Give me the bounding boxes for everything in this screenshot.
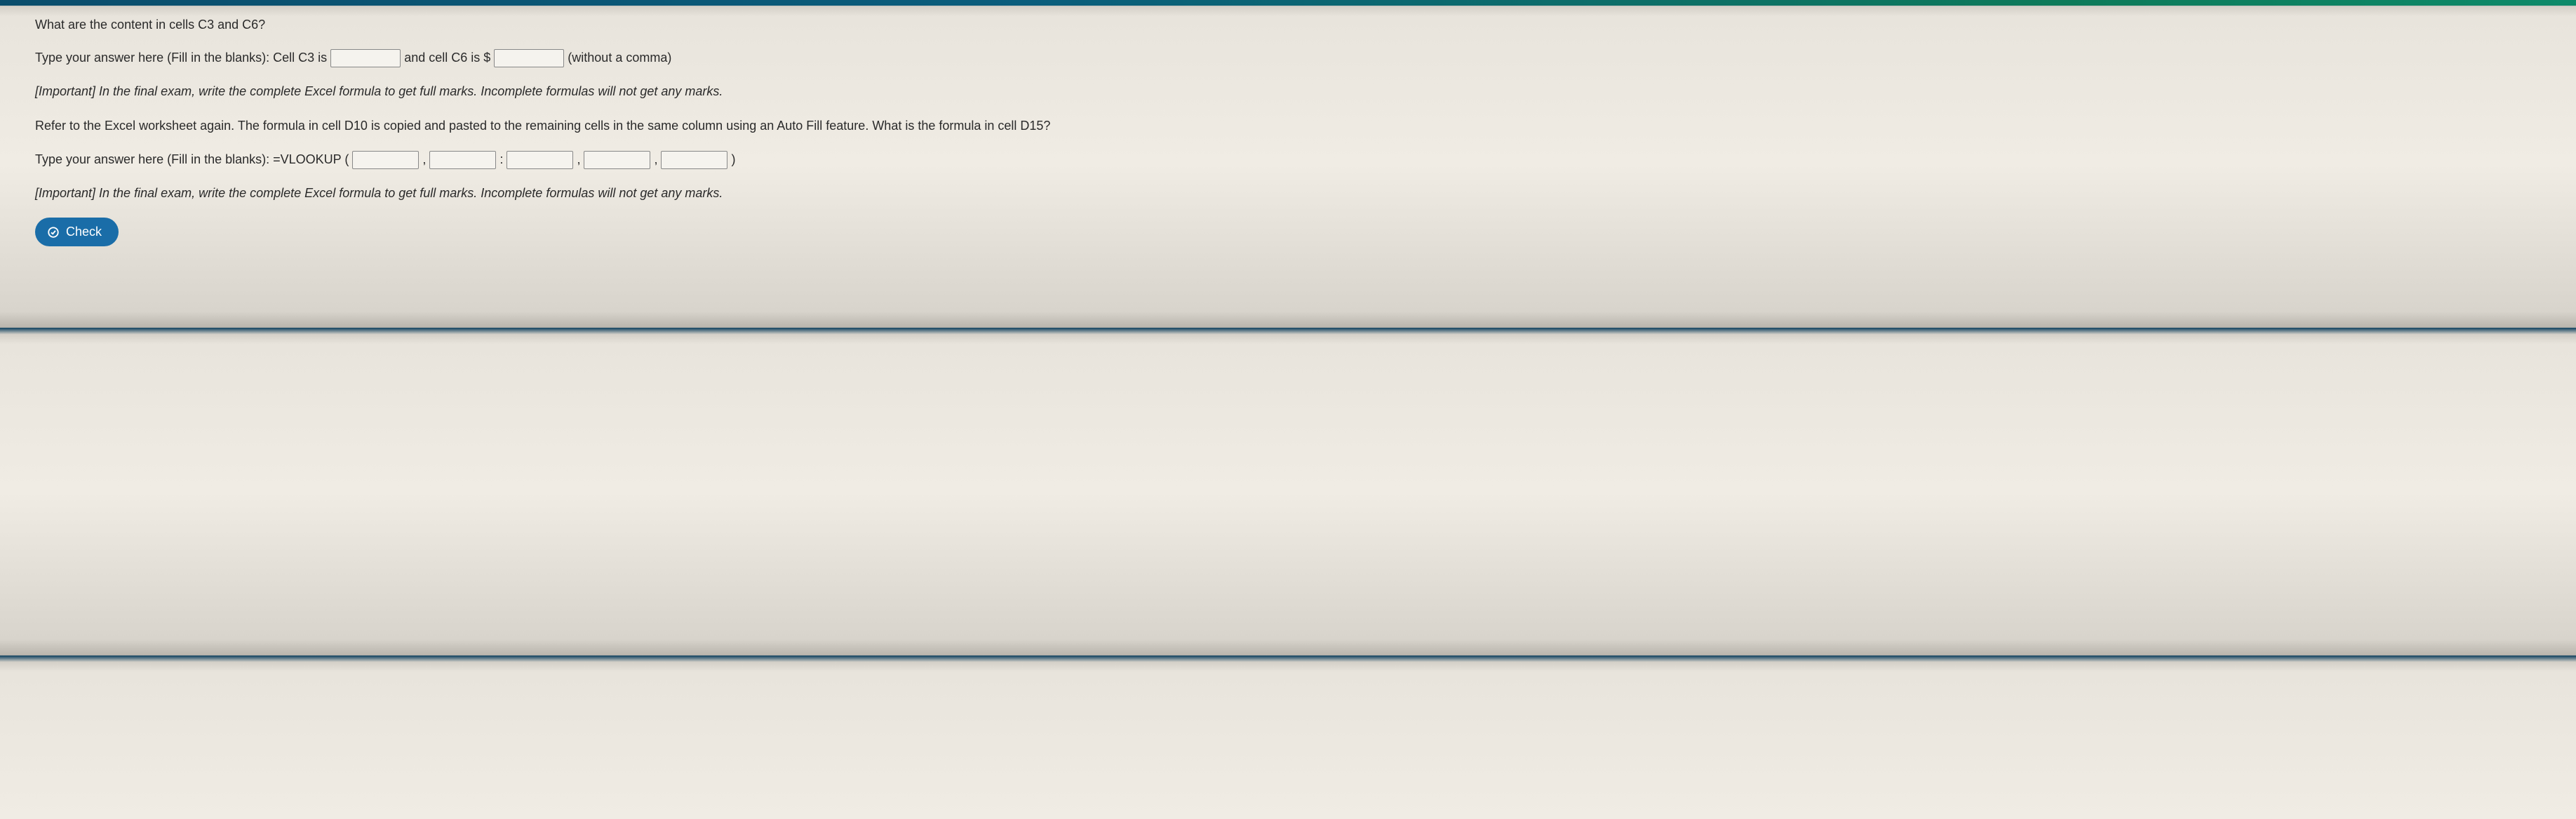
question-1-answer-row: Type your answer here (Fill in the blank… [35,49,2555,67]
input-vlookup-match[interactable] [661,151,727,169]
app-header-bar [0,0,2576,6]
input-vlookup-arg1[interactable] [352,151,419,169]
q2-tail-text: ) [732,152,736,166]
question-2-answer-row: Type your answer here (Fill in the blank… [35,151,2555,169]
check-circle-icon [46,225,60,239]
q1-lead-text: Type your answer here (Fill in the blank… [35,51,330,65]
q2-sep3: , [654,152,661,166]
question-content: What are the content in cells C3 and C6?… [21,16,2555,246]
input-vlookup-range-end[interactable] [507,151,573,169]
q1-tail-text: (without a comma) [568,51,671,65]
important-note-2: [Important] In the final exam, write the… [35,185,2555,202]
question-1-prompt: What are the content in cells C3 and C6? [35,16,2555,34]
important-note-1: [Important] In the final exam, write the… [35,83,2555,100]
input-vlookup-range-start[interactable] [429,151,496,169]
q2-sep2: , [577,152,584,166]
input-c3[interactable] [330,49,401,67]
check-button[interactable]: Check [35,218,119,246]
input-vlookup-col[interactable] [584,151,650,169]
input-c6[interactable] [494,49,564,67]
question-2-paragraph: Refer to the Excel worksheet again. The … [35,116,2555,135]
q2-sep1: , [422,152,429,166]
q1-mid-text: and cell C6 is $ [404,51,490,65]
q2-sep-colon: : [499,152,507,166]
check-button-label: Check [66,225,102,239]
q2-lead-text: Type your answer here (Fill in the blank… [35,152,352,166]
